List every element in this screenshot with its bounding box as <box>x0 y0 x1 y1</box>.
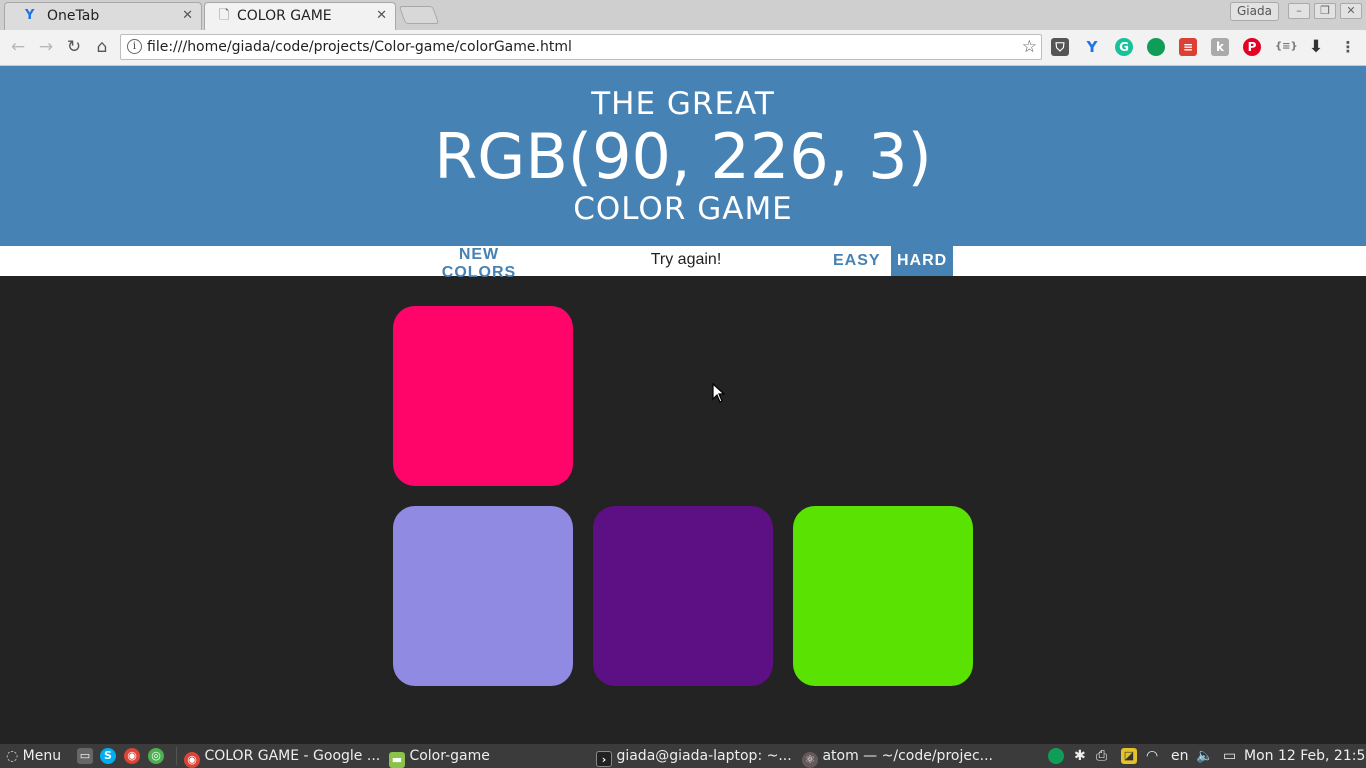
window-title: giada@giada-laptop: ~... <box>616 748 792 764</box>
browser-toolbar: ← → ↻ ⌂ i file:///home/giada/code/projec… <box>0 30 1366 66</box>
window-title: atom — ~/code/projec... <box>822 748 994 764</box>
color-square[interactable] <box>593 506 773 686</box>
clock[interactable]: Mon 12 Feb, 21:59 <box>1244 744 1366 768</box>
wifi-icon[interactable]: ◠ <box>1146 744 1158 768</box>
page-content: THE GREAT RGB(90, 226, 3) COLOR GAME NEW… <box>0 66 1366 744</box>
close-icon[interactable]: ✕ <box>182 8 193 23</box>
update-manager-icon[interactable]: ◪ <box>1121 748 1137 764</box>
taskbar-window-files[interactable]: ▬ Color-game <box>389 744 589 768</box>
skype-icon[interactable]: S <box>100 748 116 764</box>
terminal-icon: › <box>596 751 612 767</box>
pocket-icon[interactable]: ⛉ <box>1051 38 1069 56</box>
window-title: Color-game <box>409 748 490 764</box>
start-menu-button[interactable]: ◌ Menu <box>6 744 61 768</box>
color-square[interactable] <box>393 306 573 486</box>
close-window-button[interactable]: ✕ <box>1340 3 1362 19</box>
todoist-icon[interactable]: ≡ <box>1179 38 1197 56</box>
bookmark-star-icon[interactable]: ☆ <box>1022 37 1037 57</box>
menu-label: Menu <box>22 748 62 764</box>
tab-color-game[interactable]: 🗋 COLOR GAME ✕ <box>204 2 396 30</box>
color-square[interactable] <box>593 306 773 486</box>
header-line-1: THE GREAT <box>591 86 775 122</box>
bluetooth-icon[interactable]: ✱ <box>1074 744 1086 768</box>
chrome-icon: ◉ <box>184 752 200 768</box>
home-button[interactable]: ⌂ <box>92 37 112 57</box>
hangouts-icon[interactable] <box>1147 38 1165 56</box>
forward-button[interactable]: → <box>36 37 56 57</box>
tab-title: COLOR GAME <box>237 8 332 24</box>
taskbar-window-chrome[interactable]: ◉ COLOR GAME - Google ... <box>184 744 384 768</box>
extension-icon[interactable]: k <box>1211 38 1229 56</box>
taskbar-divider <box>176 747 177 765</box>
browser-tab-strip: Y OneTab ✕ 🗋 COLOR GAME ✕ Giada – ❐ ✕ <box>0 0 1366 30</box>
pinterest-icon[interactable]: P <box>1243 38 1261 56</box>
grammarly-icon[interactable]: G <box>1115 38 1133 56</box>
game-header: THE GREAT RGB(90, 226, 3) COLOR GAME <box>0 66 1366 246</box>
tab-onetab[interactable]: Y OneTab ✕ <box>4 2 202 30</box>
back-button[interactable]: ← <box>8 37 28 57</box>
easy-mode-button[interactable]: EASY <box>827 246 885 276</box>
tab-title: OneTab <box>47 8 100 24</box>
color-square[interactable] <box>393 506 573 686</box>
address-bar[interactable]: i file:///home/giada/code/projects/Color… <box>120 34 1042 60</box>
hangouts-tray-icon[interactable] <box>1048 748 1064 764</box>
taskbar-window-terminal[interactable]: › giada@giada-laptop: ~... <box>596 744 796 768</box>
hard-mode-button[interactable]: HARD <box>891 246 953 276</box>
printer-icon[interactable]: ⎙ <box>1096 744 1107 768</box>
download-icon[interactable]: ⬇ <box>1307 38 1325 56</box>
atom-icon: ⚛ <box>802 752 818 768</box>
chrome-launcher-icon[interactable]: ◉ <box>124 748 140 764</box>
minimize-button[interactable]: – <box>1288 3 1310 19</box>
onetab-icon: Y <box>25 8 35 23</box>
taskbar-window-atom[interactable]: ⚛ atom — ~/code/projec... <box>802 744 1002 768</box>
info-icon[interactable]: i <box>127 39 142 54</box>
keyboard-language[interactable]: en <box>1171 744 1189 768</box>
profile-button[interactable]: Giada <box>1230 2 1279 21</box>
volume-icon[interactable]: 🔈 <box>1196 744 1213 768</box>
maximize-button[interactable]: ❐ <box>1314 3 1336 19</box>
reload-button[interactable]: ↻ <box>64 37 84 57</box>
chrome-menu-icon[interactable]: ⋮ <box>1339 38 1357 56</box>
close-icon[interactable]: ✕ <box>376 8 387 23</box>
color-square[interactable] <box>793 306 973 486</box>
json-viewer-icon[interactable]: {≡} <box>1275 38 1298 56</box>
show-desktop-icon[interactable]: ▭ <box>77 748 93 764</box>
new-tab-button[interactable] <box>398 6 440 24</box>
onetab-extension-icon[interactable]: Y <box>1083 38 1101 56</box>
app-launcher-icon[interactable]: ◎ <box>148 748 164 764</box>
header-line-3: COLOR GAME <box>573 191 793 227</box>
controls-stripe: NEW COLORS Try again! EASY HARD <box>0 246 1366 281</box>
battery-icon[interactable]: ▭ <box>1223 744 1236 768</box>
color-square[interactable] <box>793 506 973 686</box>
status-message: Try again! <box>650 251 722 268</box>
folder-icon: ▬ <box>389 752 405 768</box>
url-text: file:///home/giada/code/projects/Color-g… <box>147 39 572 55</box>
os-taskbar: ◌ Menu ▭ S ◉ ◎ ◉ COLOR GAME - Google ...… <box>0 744 1366 768</box>
color-display: RGB(90, 226, 3) <box>434 120 932 193</box>
document-icon: 🗋 <box>219 8 230 23</box>
new-colors-button[interactable]: NEW COLORS <box>413 246 545 281</box>
window-title: COLOR GAME - Google ... <box>204 748 381 764</box>
